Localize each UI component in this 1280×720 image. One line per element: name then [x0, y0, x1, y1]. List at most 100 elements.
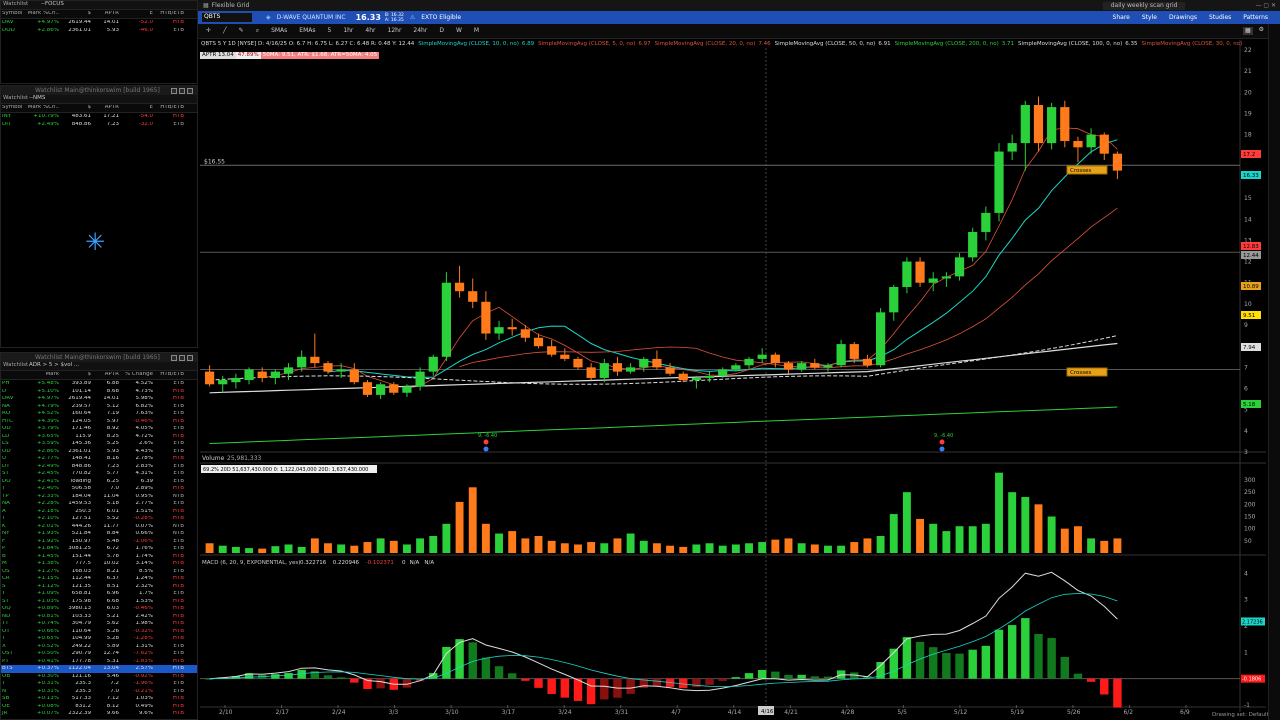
watchlist-row[interactable]: DO +2.41% loading 6.25 6.39 ETB [1, 478, 197, 486]
col-htb-etb[interactable]: HTB/ETB [153, 105, 187, 111]
watchlist-row[interactable]: T +2.10% 127.51 5.52 -0.28% HTB [1, 515, 197, 523]
study-label[interactable]: SimpleMovingAvg (CLOSE, 100, 0, no) 6.35 [1018, 41, 1137, 48]
watchlist-row[interactable]: OT +0.66% 110.64 5.26 -0.32% HTB [1, 628, 197, 636]
watchlist-row[interactable]: ND +0.81% 103.33 5.21 2.42% HTB [1, 613, 197, 621]
study-label[interactable]: SimpleMovingAvg (CLOSE, 200, 0, no) 3.71 [895, 41, 1014, 48]
watchlist-row[interactable]: F +1.92% 150.97 5.48 -1.06% ETB [1, 538, 197, 546]
watchlist-row[interactable]: JR +0.07% 2322.39 9.66 9.6% HTB [1, 710, 197, 718]
watchlist-row[interactable]: TT +0.74% 304.79 5.62 1.98% HTB [1, 620, 197, 628]
window-controls-icon[interactable]: — ▢ ✕ [1255, 2, 1276, 9]
watchlist-row[interactable]: DRV +4.97% 2619.44 14.01 -52.0 HTB [1, 19, 197, 27]
study-label[interactable]: SimpleMovingAvg (CLOSE, 5, 0, no) 6.97 [538, 41, 650, 48]
col-aptr[interactable]: APTR [91, 11, 119, 17]
maximize-button[interactable] [179, 354, 185, 361]
watchlist-row[interactable]: DOD +2.86% 2361.01 5.93 -46.0 ETB [1, 27, 197, 35]
watchlist-title[interactable]: Watchlist [1, 2, 41, 8]
layout-grid-icon[interactable]: ▦ [1242, 27, 1253, 35]
watchlist-row[interactable]: LD +3.65% 115.9 8.25 4.72% HTB [1, 433, 197, 441]
window-titlebar[interactable]: Watchlist Main@thinkorswim [build 1965] [1, 86, 197, 95]
watchlist-row[interactable]: NA +4.79% 239.57 5.12 6.82% ETB [1, 403, 197, 411]
period-24hr[interactable]: 24hr [413, 28, 427, 34]
watchlist-row[interactable]: D +5.10% 101.14 8.68 4.73% HTB [1, 388, 197, 396]
style-button[interactable]: Style [1142, 14, 1157, 21]
watchlist-list-select[interactable]: --FOCUS [41, 2, 101, 8]
watchlist-row[interactable]: P +1.84% 3081.25 6.72 1.76% ETB [1, 545, 197, 553]
watchlist-row[interactable]: T +1.09% 658.81 6.96 1.7% ETB [1, 590, 197, 598]
watchlist-row[interactable]: HTC +4.39% 124.05 5.97 -0.46% HTB [1, 418, 197, 426]
watchlist-row[interactable]: M +1.38% 777.5 10.02 3.14% HTB [1, 560, 197, 568]
watchlist-row[interactable]: A +2.18% 250.3 6.01 1.51% HTB [1, 508, 197, 516]
watchlist-row[interactable]: DT +2.49% 848.86 7.23 2.83% ETB [1, 463, 197, 471]
symbol-input[interactable]: QBTS [202, 13, 252, 22]
patterns-button[interactable]: Patterns [1243, 14, 1268, 21]
period-5[interactable]: 5 [327, 28, 331, 34]
watchlist-row[interactable]: ST +2.45% 770.82 5.77 4.31% ETB [1, 470, 197, 478]
watchlist-row[interactable]: US +1.27% 168.03 8.21 8.5% ETB [1, 568, 197, 576]
col-htb-etb[interactable]: HTB/ETB [153, 11, 187, 17]
watchlist-row[interactable]: NY +1.93% 521.84 8.84 0.66% NTB [1, 530, 197, 538]
period-emas[interactable]: EMAs [299, 28, 315, 34]
watchlist-row[interactable]: NA +2.28% 1459.53 5.18 2.77% ETB [1, 500, 197, 508]
period-12hr[interactable]: 12hr [388, 28, 402, 34]
watchlist-row[interactable]: DRV +4.97% 2619.44 14.01 5.98% HTB [1, 395, 197, 403]
maximize-button[interactable] [179, 87, 185, 94]
watchlist-row[interactable]: RO +4.52% 160.64 7.19 7.63% ETB [1, 410, 197, 418]
col-symbol[interactable]: Symbol [1, 11, 23, 17]
watchlist-row[interactable]: BTS +0.37% 1122.04 13.04 2.57% HTB [1, 665, 197, 673]
col-symbol[interactable]: Symbol [1, 105, 23, 111]
period-d[interactable]: D [439, 28, 444, 34]
study-label[interactable]: SimpleMovingAvg (CLOSE, 30, 0, no) [1142, 41, 1246, 48]
watchlist-row[interactable]: X +0.52% 249.22 5.89 1.31% ETB [1, 643, 197, 651]
share-button[interactable]: Share [1113, 14, 1130, 21]
window-titlebar[interactable]: Watchlist Main@thinkorswim [build 1965] [1, 353, 197, 362]
watchlist-row[interactable]: U +2.77% 148.41 8.16 2.78% HTB [1, 455, 197, 463]
watchlist-row[interactable]: K +2.01% 444.26 11.77 0.07% NTB [1, 523, 197, 531]
watchlist-title[interactable]: Watchlist [1, 363, 29, 369]
watchlist-row[interactable]: N +0.31% 235.3 7.0 -0.21% ETB [1, 688, 197, 696]
watchlist-row[interactable]: SB +0.13% 517.33 7.12 1.03% HTB [1, 695, 197, 703]
window-titlebar[interactable]: ▦ Flexible Grid daily weekly scan grid —… [198, 0, 1280, 11]
period-m[interactable]: M [474, 28, 479, 34]
col-dollar[interactable]: $ [59, 372, 92, 378]
watchlist-row[interactable]: T +0.31% 235.3 7.2 -1.96% ETB [1, 680, 197, 688]
watchlist-row[interactable]: OQ +0.89% 3980.13 6.03 -0.46% HTB [1, 605, 197, 613]
col-htb-etb[interactable]: HTB/ETB [153, 372, 187, 378]
watchlist-row[interactable]: PT +0.41% 177.78 5.31 -1.83% HTB [1, 658, 197, 666]
studies-button[interactable]: Studies [1209, 14, 1231, 21]
watchlist-row[interactable]: OD +2.86% 2361.01 5.93 4.43% ETB [1, 448, 197, 456]
drawings-button[interactable]: Drawings [1169, 14, 1197, 21]
settings-icon[interactable]: ⚙ [1259, 27, 1264, 35]
period-4hr[interactable]: 4hr [365, 28, 375, 34]
study-label[interactable]: SimpleMovingAvg (CLOSE, 20, 0, no) 7.46 [655, 41, 771, 48]
watchlist-row[interactable]: UST +0.50% 290.79 12.74 -7.62% ETB [1, 650, 197, 658]
minimize-button[interactable] [171, 354, 177, 361]
close-button[interactable] [187, 87, 193, 94]
col-mark[interactable]: Mark [23, 372, 59, 378]
watchlist-row[interactable]: T +2.40% 506.58 7.0 2.89% HTB [1, 485, 197, 493]
col-aptr[interactable]: APTR [91, 372, 119, 378]
watchlist-list-select[interactable]: --NMS [29, 96, 89, 102]
close-button[interactable] [187, 354, 193, 361]
col-e[interactable]: E [119, 11, 153, 17]
study-label[interactable]: SimpleMovingAvg (CLOSE, 10, 0, no) 6.89 [418, 41, 534, 48]
watchlist-row[interactable]: OE +0.08% 831.2 8.12 0.49% HTB [1, 703, 197, 711]
study-label[interactable]: SimpleMovingAvg (CLOSE, 50, 0, no) 6.91 [775, 41, 891, 48]
zoom-icon[interactable]: ⌕ [256, 28, 259, 34]
col-aptr[interactable]: APTR [91, 105, 119, 111]
watchlist-row[interactable]: LS +3.59% 145.36 5.25 2.6% ETB [1, 440, 197, 448]
col-e[interactable]: E [119, 105, 153, 111]
crosshair-icon[interactable]: ✛ [206, 28, 211, 34]
minimize-button[interactable] [171, 87, 177, 94]
watchlist-row[interactable]: PH +5.48% 393.89 6.88 4.52% ETB [1, 380, 197, 388]
watchlist-title[interactable]: Watchlist [1, 96, 29, 102]
col-mark-change[interactable]: Mark %Ch.. [23, 105, 59, 111]
period-w[interactable]: W [456, 28, 462, 34]
period-1hr[interactable]: 1hr [343, 28, 353, 34]
watchlist-row[interactable]: INY +10.79% 483.61 17.21 -54.0 HTB [1, 113, 197, 121]
watchlist-row[interactable]: B +1.45% 151.44 5.78 1.74% HTB [1, 553, 197, 561]
watchlist-row[interactable]: DIT +2.49% 848.86 7.23 -32.0 ETB [1, 121, 197, 129]
alert-icon[interactable]: ⚠ [410, 14, 415, 21]
watchlist-row[interactable]: ST +1.03% 175.98 6.68 1.53% HTB [1, 598, 197, 606]
share-link-icon[interactable]: ◈ [266, 14, 271, 21]
col-dollar[interactable]: $ [59, 105, 92, 111]
